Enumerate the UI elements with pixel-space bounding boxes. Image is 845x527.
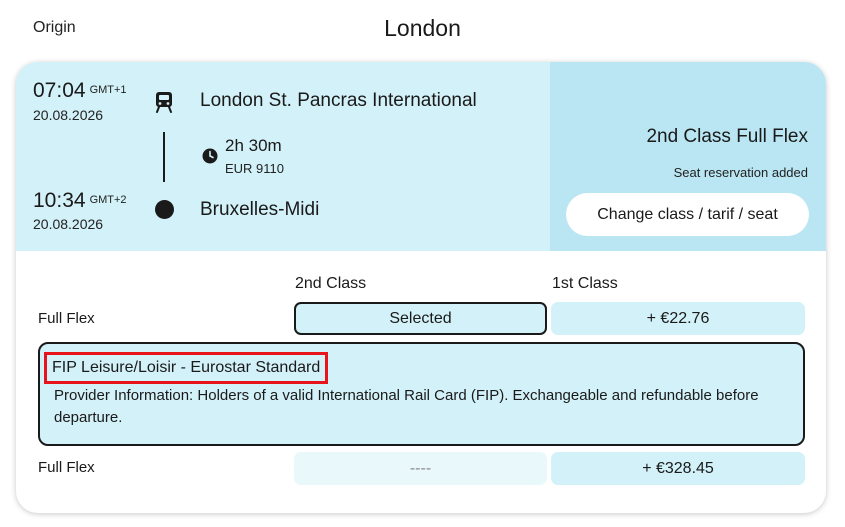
fare-info-text: Provider Information: Holders of a valid… — [54, 387, 759, 426]
arrival-date: 20.08.2026 — [33, 216, 104, 232]
destination-dot-icon — [155, 200, 174, 219]
fare-row-label: Full Flex — [38, 310, 95, 327]
clock-icon — [202, 148, 218, 164]
departure-date: 20.08.2026 — [33, 107, 104, 123]
fare-info-title: FIP Leisure/Loisir - Eurostar Standard — [44, 352, 329, 384]
fare-option-1st-full-flex-alt[interactable]: + €328.45 — [551, 452, 805, 485]
journey-duration: 2h 30m — [225, 136, 282, 155]
selected-class-title: 2nd Class Full Flex — [646, 126, 808, 147]
arrival-timezone: GMT+2 — [89, 194, 127, 206]
departure-timezone: GMT+1 — [89, 84, 127, 96]
train-number: EUR 9110 — [225, 161, 285, 176]
fare-info-box: FIP Leisure/Loisir - Eurostar Standard P… — [38, 342, 805, 446]
fare-row-label: Full Flex — [38, 459, 95, 476]
fare-option-2nd-full-flex[interactable]: Selected — [294, 302, 547, 335]
column-header-2nd-class: 2nd Class — [295, 275, 367, 292]
route-line — [163, 132, 165, 182]
departure-station: London St. Pancras International — [200, 90, 477, 111]
departure-time: 07:04 — [33, 79, 86, 102]
origin-city: London — [384, 15, 461, 41]
column-header-1st-class: 1st Class — [552, 275, 618, 292]
arrival-station: Bruxelles-Midi — [200, 199, 320, 220]
journey-card: 07:04 GMT+1 20.08.2026 London St. Pancras… — [16, 62, 826, 513]
journey-summary: 07:04 GMT+1 20.08.2026 London St. Pancras… — [16, 62, 826, 251]
fare-option-1st-full-flex[interactable]: + €22.76 — [551, 302, 805, 335]
fare-option-2nd-unavailable: ---- — [294, 452, 547, 485]
arrival-time: 10:34 — [33, 189, 86, 212]
arrival-time-block: 10:34 GMT+2 — [33, 189, 127, 213]
train-icon — [156, 92, 172, 113]
change-class-button[interactable]: Change class / tarif / seat — [566, 193, 809, 236]
seat-reservation-note: Seat reservation added — [673, 165, 808, 180]
departure-time-block: 07:04 GMT+1 — [33, 79, 127, 103]
